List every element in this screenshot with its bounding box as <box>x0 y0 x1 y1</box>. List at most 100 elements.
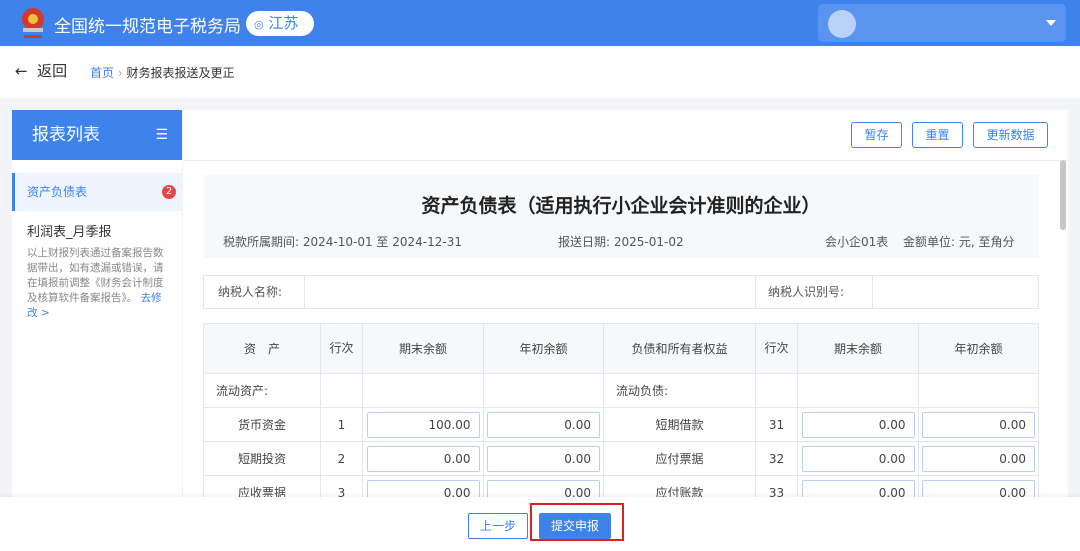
breadcrumb-home[interactable]: 首页 <box>90 66 114 80</box>
report-list-sidebar: 报表列表 ☰ 资产负债表 2 利润表_月季报 以上财报列表通过备案报告数据带出，如有… <box>12 110 182 497</box>
cell: 0.00 <box>362 441 484 476</box>
column-header: 负债和所有者权益 <box>603 323 756 374</box>
region-label: 江苏 <box>268 14 299 32</box>
amount-input[interactable]: 0.00 <box>487 479 600 497</box>
taxpayer-info: 纳税人名称: 纳税人识别号: <box>203 275 1039 309</box>
amount-input[interactable]: 100.00 <box>366 411 480 438</box>
cell: 2 <box>320 441 363 476</box>
breadcrumb-sep: › <box>117 66 123 80</box>
table-row: 货币资金 1 100.00 0.00 短期借款 31 0.00 0.00 <box>203 407 1039 442</box>
sidebar-item-label: 资产负债表 <box>27 185 88 199</box>
cell: 流动资产: <box>203 373 321 408</box>
column-header: 期末余额 <box>797 323 919 374</box>
cell: 0.00 <box>797 441 919 476</box>
reset-button[interactable]: 重置 <box>912 122 963 148</box>
table-row: 应收票据 3 0.00 0.00 应付账款 33 0.00 0.00 <box>203 475 1039 497</box>
cell: 0.00 <box>483 407 604 442</box>
amount-unit: 金额单位: 元, 至角分 <box>903 235 1015 249</box>
taxpayer-id-label: 纳税人识别号: <box>755 276 872 308</box>
save-draft-button[interactable]: 暂存 <box>851 122 902 148</box>
cell: 应付账款 <box>603 475 756 497</box>
cell: 32 <box>755 441 798 476</box>
cell: 0.00 <box>918 407 1039 442</box>
cell <box>362 373 484 408</box>
sidebar-title: 报表列表 <box>32 125 100 145</box>
back-label: 返回 <box>37 62 68 80</box>
sidebar-item-income-statement[interactable]: 利润表_月季报 <box>12 211 182 240</box>
cell: 100.00 <box>362 407 484 442</box>
taxpayer-name-field <box>304 276 754 308</box>
cell <box>918 373 1039 408</box>
previous-step-button[interactable]: 上一步 <box>468 513 528 539</box>
cell <box>483 373 604 408</box>
cell: 应付票据 <box>603 441 756 476</box>
app-title: 全国统一规范电子税务局 <box>54 17 241 37</box>
user-avatar-icon <box>828 10 856 38</box>
amount-input[interactable]: 0.00 <box>801 411 915 438</box>
cell: 短期投资 <box>203 441 321 476</box>
breadcrumb-bar: ← 返回 首页 › 财务报表报送及更正 <box>0 46 1080 98</box>
report-date: 报送日期: 2025-01-02 <box>558 235 684 249</box>
cell: 货币资金 <box>203 407 321 442</box>
scrollbar[interactable] <box>1060 160 1066 230</box>
form-code: 会小企01表 <box>825 235 889 249</box>
cell: 应收票据 <box>203 475 321 497</box>
sidebar-item-balance-sheet[interactable]: 资产负债表 2 <box>12 173 182 211</box>
column-header: 年初余额 <box>918 323 1039 374</box>
taxpayer-name-label: 纳税人名称: <box>218 285 283 299</box>
amount-input[interactable]: 0.00 <box>487 411 600 438</box>
cell <box>797 373 919 408</box>
cell: 33 <box>755 475 798 497</box>
form-header: 资产负债表（适用执行小企业会计准则的企业） 税款所属期间: 2024-10-01… <box>203 175 1039 258</box>
cell: 0.00 <box>483 475 604 497</box>
count-badge: 2 <box>162 185 176 199</box>
column-header: 期末余额 <box>362 323 484 374</box>
back-button[interactable]: ← 返回 <box>15 60 67 81</box>
cell <box>755 373 798 408</box>
amount-input[interactable]: 0.00 <box>922 479 1035 497</box>
cell: 短期借款 <box>603 407 756 442</box>
cell: 31 <box>755 407 798 442</box>
amount-input[interactable]: 0.00 <box>487 445 600 472</box>
form-title: 资产负债表（适用执行小企业会计准则的企业） <box>421 195 821 217</box>
divider <box>183 160 1068 161</box>
amount-input[interactable]: 0.00 <box>801 479 915 497</box>
tax-period: 税款所属期间: 2024-10-01 至 2024-12-31 <box>223 235 462 249</box>
breadcrumb: 首页 › 财务报表报送及更正 <box>90 64 235 81</box>
highlight-box <box>530 503 624 541</box>
cell: 0.00 <box>918 441 1039 476</box>
table-row: 短期投资 2 0.00 0.00 应付票据 32 0.00 0.00 <box>203 441 1039 476</box>
region-selector[interactable]: ◎ 江苏 <box>246 11 314 36</box>
user-menu[interactable] <box>818 4 1066 42</box>
cell: 0.00 <box>362 475 484 497</box>
cell: 0.00 <box>918 475 1039 497</box>
taxpayer-id-field <box>872 276 1038 308</box>
cell: 0.00 <box>797 475 919 497</box>
amount-input[interactable]: 0.00 <box>922 411 1035 438</box>
main-panel: 暂存 重置 更新数据 资产负债表（适用执行小企业会计准则的企业） 税款所属期间:… <box>183 110 1068 497</box>
location-pin-icon: ◎ <box>254 18 264 31</box>
table-row: 流动资产: 流动负债: <box>203 373 1039 408</box>
breadcrumb-current: 财务报表报送及更正 <box>126 66 235 80</box>
column-header: 年初余额 <box>483 323 604 374</box>
amount-input[interactable]: 0.00 <box>366 445 480 472</box>
cell: 流动负债: <box>603 373 756 408</box>
cell <box>320 373 363 408</box>
amount-input[interactable]: 0.00 <box>801 445 915 472</box>
cell: 0.00 <box>483 441 604 476</box>
cell: 0.00 <box>797 407 919 442</box>
cell: 3 <box>320 475 363 497</box>
amount-input[interactable]: 0.00 <box>366 479 480 497</box>
refresh-data-button[interactable]: 更新数据 <box>973 122 1048 148</box>
footer-bar: 上一步 提交申报 <box>0 497 1080 551</box>
amount-input[interactable]: 0.00 <box>922 445 1035 472</box>
column-header: 行次 <box>755 323 798 374</box>
column-header: 资 产 <box>203 323 321 374</box>
top-header: 全国统一规范电子税务局 ◎ 江苏 <box>0 0 1080 46</box>
cell: 1 <box>320 407 363 442</box>
tax-emblem-logo <box>22 8 44 38</box>
balance-sheet-table: 资 产行次 期末余额 年初余额 负债和所有者权益 行次 期末余额 年初余额 流动资产: 流动负… <box>203 323 1039 497</box>
sidebar-note: 以上财报列表通过备案报告数据带出，如有遗漏或错误，请在填报前调整《财务会计制度及… <box>12 240 182 321</box>
column-header: 行次 <box>320 323 363 374</box>
menu-icon[interactable]: ☰ <box>155 110 168 160</box>
